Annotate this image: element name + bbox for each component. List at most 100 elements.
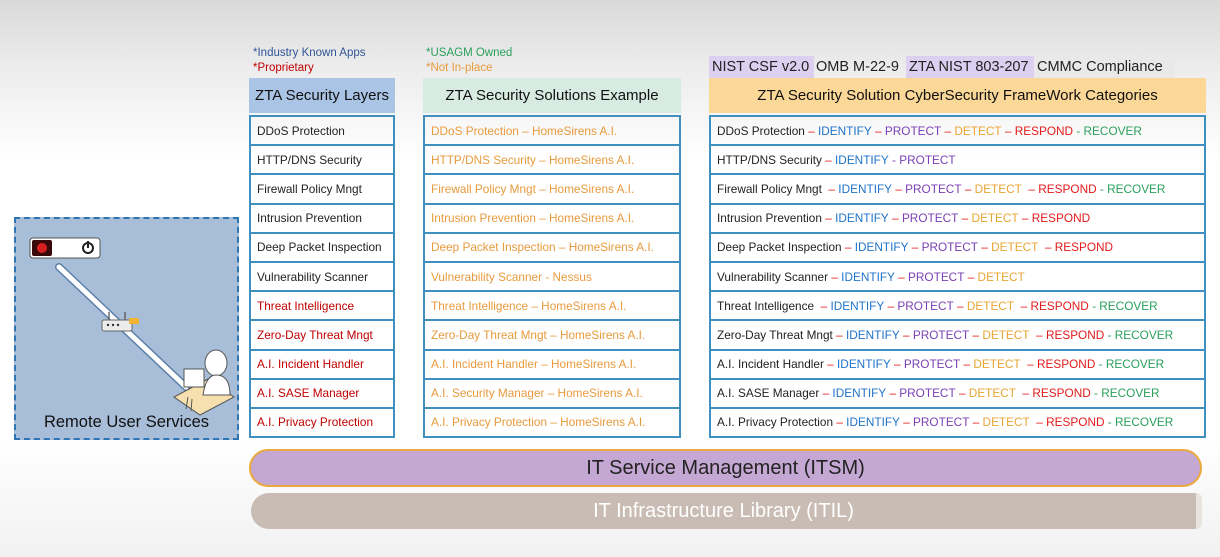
detect-label: DETECT bbox=[971, 211, 1019, 226]
layer-row: A.I. Incident Handler bbox=[251, 348, 393, 378]
identify-label: IDENTIFY bbox=[845, 327, 900, 342]
separator: – bbox=[908, 240, 922, 255]
legend-not-in-place: *Not In-place bbox=[426, 62, 493, 74]
detect-label: DETECT bbox=[966, 298, 1015, 313]
respond-label: RESPOND bbox=[1045, 327, 1105, 342]
separator: – bbox=[1029, 327, 1046, 342]
separator: – bbox=[977, 240, 992, 255]
solution-row: Zero-Day Threat Mngt – HomeSirens A.I. bbox=[425, 319, 679, 348]
header-zta-security-layers: ZTA Security Layers bbox=[249, 78, 395, 113]
layer-row: Vulnerability Scanner bbox=[251, 260, 393, 290]
category-row: Vulnerability Scanner – IDENTIFY – PROTE… bbox=[711, 260, 1204, 290]
remote-user-services-label: Remote User Services bbox=[43, 413, 210, 431]
category-name: Vulnerability Scanner bbox=[717, 269, 829, 284]
separator: - bbox=[888, 152, 900, 167]
recover-label: RECOVER bbox=[1101, 386, 1160, 401]
separator: – bbox=[961, 181, 975, 196]
separator: – bbox=[1001, 123, 1015, 138]
identify-label: IDENTIFY bbox=[854, 240, 909, 255]
protect-label: PROTECT bbox=[899, 386, 956, 401]
category-row: A.I. Privacy Protection – IDENTIFY – PRO… bbox=[711, 406, 1204, 436]
separator: – bbox=[899, 327, 913, 342]
separator: – bbox=[871, 123, 885, 138]
respond-label: RESPOND bbox=[1046, 415, 1105, 430]
separator: – bbox=[899, 415, 914, 430]
identify-label: IDENTIFY bbox=[835, 152, 889, 167]
category-row: A.I. SASE Manager – IDENTIFY – PROTECT –… bbox=[711, 377, 1204, 407]
layer-row: Zero-Day Threat Mngt bbox=[251, 319, 393, 348]
separator: – bbox=[823, 357, 838, 372]
identify-label: IDENTIFY bbox=[835, 211, 889, 226]
category-name: A.I. Incident Handler bbox=[717, 357, 824, 372]
protect-label: PROTECT bbox=[899, 152, 956, 167]
separator: – bbox=[955, 386, 969, 401]
separator: – bbox=[964, 269, 978, 284]
legend-usagm-owned: *USAGM Owned bbox=[426, 47, 513, 59]
solution-row: Intrusion Prevention – HomeSirens A.I. bbox=[425, 202, 679, 232]
detect-label: DETECT bbox=[982, 415, 1030, 430]
detect-label: DETECT bbox=[968, 386, 1016, 401]
category-name: HTTP/DNS Security bbox=[717, 152, 822, 167]
separator: - bbox=[1104, 415, 1115, 430]
separator: – bbox=[1020, 357, 1037, 372]
separator: – bbox=[892, 181, 906, 196]
category-row: Intrusion Prevention – IDENTIFY – PROTEC… bbox=[711, 202, 1204, 232]
category-name: A.I. SASE Manager bbox=[717, 386, 820, 401]
separator: – bbox=[958, 211, 972, 226]
detect-label: DETECT bbox=[974, 181, 1022, 196]
recover-label: RECOVER bbox=[1107, 181, 1166, 196]
respond-label: RESPOND bbox=[1030, 298, 1089, 313]
framework-tag-cmmc: CMMC Compliance bbox=[1034, 56, 1175, 78]
separator: – bbox=[941, 123, 955, 138]
category-name: Firewall Policy Mngt bbox=[717, 181, 826, 196]
solution-row: A.I. Privacy Protection – HomeSirens A.I… bbox=[425, 406, 679, 436]
recover-label: RECOVER bbox=[1114, 415, 1174, 430]
separator: – bbox=[832, 327, 846, 342]
framework-tag-zta-nist: ZTA NIST 803-207 bbox=[906, 56, 1037, 78]
power-toggle-icon bbox=[29, 237, 101, 259]
detect-label: DETECT bbox=[977, 269, 1025, 284]
layer-row: DDoS Protection bbox=[251, 115, 393, 144]
identify-label: IDENTIFY bbox=[837, 357, 891, 372]
category-name: DDoS Protection bbox=[717, 123, 805, 138]
separator: - bbox=[1096, 181, 1108, 196]
header-framework-categories: ZTA Security Solution CyberSecurity Fram… bbox=[709, 78, 1206, 113]
zta-solutions-column: DDoS Protection – HomeSirens A.I. HTTP/DN… bbox=[423, 115, 681, 439]
separator: – bbox=[886, 386, 900, 401]
layer-row: Firewall Policy Mngt bbox=[251, 173, 393, 202]
identify-label: IDENTIFY bbox=[830, 298, 885, 313]
category-row: DDoS Protection – IDENTIFY – PROTECT – D… bbox=[711, 115, 1204, 144]
separator: - bbox=[1090, 386, 1102, 401]
solution-row: A.I. Security Manager – HomeSirens A.I. bbox=[425, 377, 679, 407]
solution-row: DDoS Protection – HomeSirens A.I. bbox=[425, 115, 679, 144]
separator: - bbox=[1104, 327, 1115, 342]
solution-row: Deep Packet Inspection – HomeSirens A.I. bbox=[425, 231, 679, 261]
separator: – bbox=[821, 152, 836, 167]
legend-left: *Industry Known Apps *Proprietary bbox=[253, 46, 366, 76]
protect-label: PROTECT bbox=[921, 240, 978, 255]
separator: – bbox=[804, 123, 818, 138]
separator: – bbox=[1029, 415, 1047, 430]
category-name: A.I. Privacy Protection bbox=[717, 415, 834, 430]
respond-label: RESPOND bbox=[1054, 240, 1114, 255]
legend-proprietary: *Proprietary bbox=[253, 62, 314, 74]
respond-label: RESPOND bbox=[1014, 123, 1074, 138]
category-name: Threat Intelligence bbox=[717, 298, 818, 313]
remote-user-illustration bbox=[29, 237, 235, 416]
detect-label: DETECT bbox=[991, 240, 1039, 255]
protect-label: PROTECT bbox=[903, 357, 961, 372]
separator: – bbox=[819, 386, 833, 401]
separator: – bbox=[1038, 240, 1055, 255]
detect-label: DETECT bbox=[954, 123, 1002, 138]
framework-categories-column: DDoS Protection – IDENTIFY – PROTECT – D… bbox=[709, 115, 1206, 439]
protect-label: PROTECT bbox=[897, 298, 954, 313]
separator: – bbox=[825, 181, 839, 196]
recover-label: RECOVER bbox=[1114, 327, 1174, 342]
separator: - bbox=[1088, 298, 1100, 313]
protect-label: PROTECT bbox=[912, 327, 970, 342]
category-row: Deep Packet Inspection – IDENTIFY – PROT… bbox=[711, 231, 1204, 261]
protect-label: PROTECT bbox=[913, 415, 970, 430]
category-row: A.I. Incident Handler – IDENTIFY – PROTE… bbox=[711, 348, 1204, 378]
framework-tag-nist-csf: NIST CSF v2.0 bbox=[709, 56, 814, 78]
identify-label: IDENTIFY bbox=[838, 181, 893, 196]
